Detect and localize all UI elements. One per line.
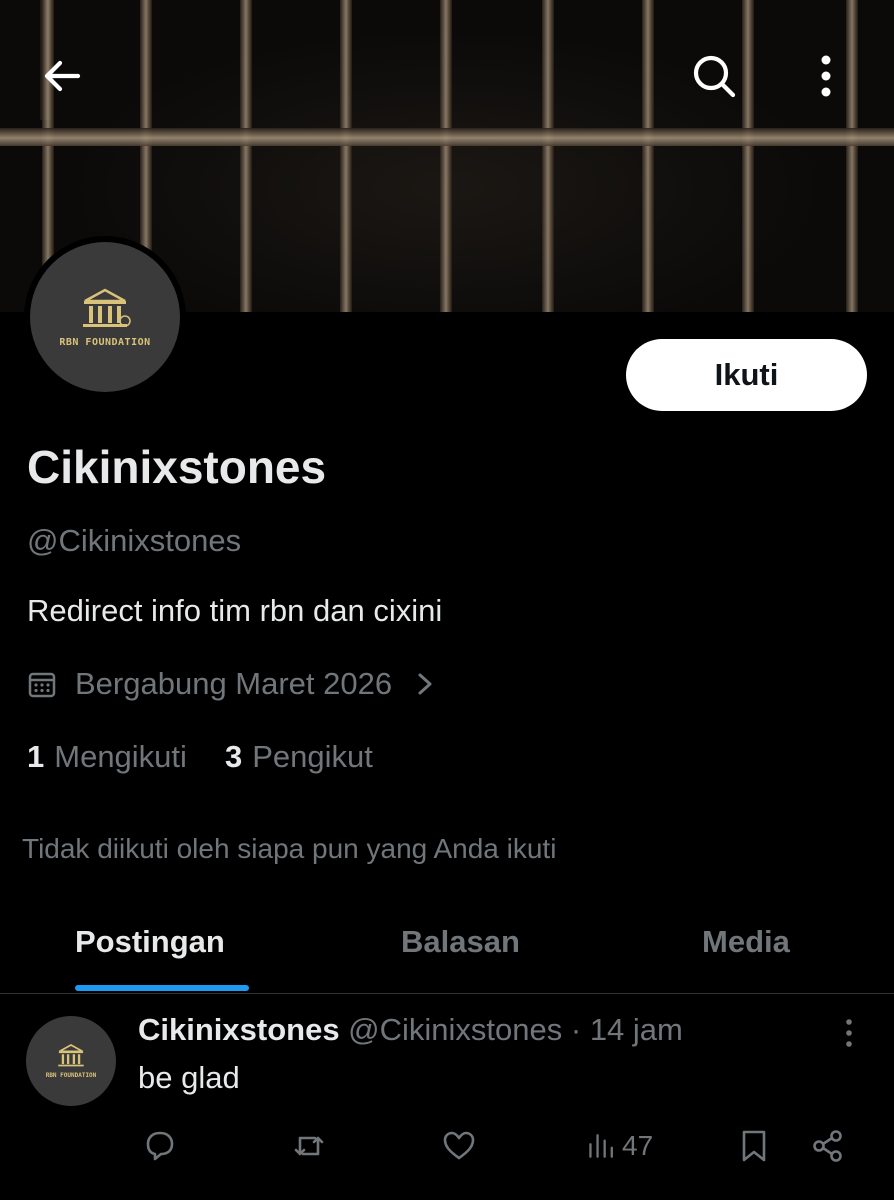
foundation-logo-icon (83, 288, 131, 327)
joined-date[interactable]: Bergabung Maret 2026 (27, 666, 436, 702)
tab-media[interactable]: Media (702, 924, 790, 960)
not-followed-note: Tidak diikuti oleh siapa pun yang Anda i… (22, 833, 557, 864)
follow-button[interactable]: Ikuti (626, 339, 867, 411)
views-button[interactable]: 47 (586, 1124, 653, 1168)
post-header: Cikinixstones @Cikinixstones · 14 jam (138, 1012, 683, 1048)
profile-tabs: Postingan Balasan Media (0, 900, 894, 994)
post-avatar-logo-text: RBN FOUNDATION (45, 1072, 97, 1079)
repost-button[interactable] (291, 1124, 327, 1168)
post-author-name[interactable]: Cikinixstones (138, 1012, 340, 1047)
share-button[interactable] (810, 1124, 846, 1168)
repost-icon (294, 1136, 324, 1156)
bookmark-button[interactable] (736, 1124, 772, 1168)
reply-button[interactable] (142, 1124, 178, 1168)
more-vertical-icon (846, 1019, 852, 1047)
arrow-left-icon (44, 60, 81, 92)
display-name: Cikinixstones (27, 441, 327, 493)
following-stat[interactable]: 1 Mengikuti (27, 739, 187, 775)
post-avatar[interactable]: RBN FOUNDATION (26, 1016, 116, 1106)
tab-postingan[interactable]: Postingan (75, 924, 225, 960)
followers-stat[interactable]: 3 Pengikut (225, 739, 373, 775)
analytics-icon (589, 1134, 613, 1158)
following-label: Mengikuti (54, 739, 187, 774)
foundation-logo-icon (58, 1044, 84, 1067)
search-icon (693, 55, 736, 98)
chevron-right-icon (418, 673, 432, 695)
tab-balasan[interactable]: Balasan (401, 924, 520, 960)
active-tab-indicator (75, 985, 249, 991)
back-button[interactable] (30, 44, 94, 108)
following-count: 1 (27, 739, 45, 774)
avatar-logo-text: RBN FOUNDATION (59, 336, 151, 348)
views-count: 47 (622, 1130, 654, 1161)
joined-text: Bergabung Maret 2026 (75, 666, 393, 701)
followers-label: Pengikut (252, 739, 373, 774)
followers-count: 3 (224, 739, 243, 774)
reply-icon (146, 1131, 174, 1161)
calendar-icon (28, 672, 56, 698)
post-author-meta: @Cikinixstones · 14 jam (339, 1012, 683, 1047)
more-vertical-icon (821, 55, 831, 97)
follow-stats: 1 Mengikuti 3 Pengikut (27, 739, 411, 775)
search-button[interactable] (682, 44, 746, 108)
bookmark-icon (742, 1130, 766, 1162)
heart-icon (443, 1131, 475, 1160)
profile-avatar[interactable]: RBN FOUNDATION (24, 236, 186, 398)
more-options-button[interactable] (794, 44, 858, 108)
post-more-button[interactable] (836, 1016, 862, 1052)
profile-handle: @Cikinixstones (27, 523, 242, 558)
profile-bio: Redirect info tim rbn dan cixini (27, 593, 443, 628)
post-text: be glad (138, 1060, 240, 1095)
like-button[interactable] (441, 1124, 477, 1168)
share-icon (813, 1130, 842, 1162)
